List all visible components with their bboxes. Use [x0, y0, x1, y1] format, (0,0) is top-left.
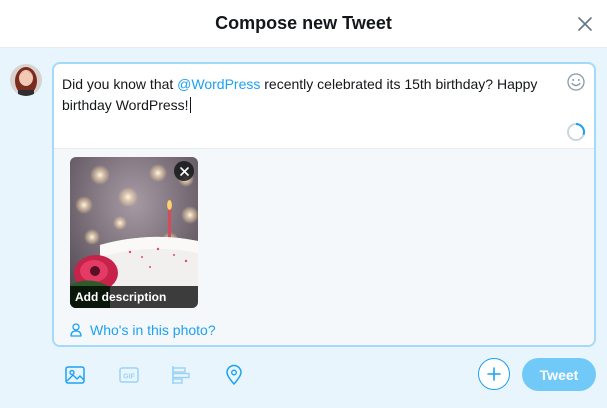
user-photo: [10, 64, 42, 96]
remove-media-button[interactable]: [174, 161, 194, 181]
tweet-composer[interactable]: Did you know that @WordPress recently ce…: [52, 62, 596, 347]
person-icon: [70, 323, 82, 337]
plus-icon: [487, 367, 501, 381]
compose-toolbar: GIF Tweet: [0, 352, 607, 400]
location-icon: [226, 364, 242, 385]
tweet-text-input[interactable]: Did you know that @WordPress recently ce…: [62, 74, 552, 116]
character-counter: [566, 122, 586, 142]
gif-icon: GIF: [119, 367, 139, 383]
emoji-button[interactable]: [566, 72, 586, 92]
mention-link[interactable]: @WordPress: [177, 76, 260, 92]
tweet-text-start: Did you know that: [62, 76, 178, 92]
modal-header: Compose new Tweet: [0, 0, 607, 48]
add-media-button[interactable]: [62, 362, 88, 388]
tweet-button[interactable]: Tweet: [522, 358, 596, 391]
char-counter-ring: [567, 123, 585, 141]
close-button[interactable]: [573, 12, 597, 36]
poll-icon: [172, 366, 190, 384]
add-location-button[interactable]: [221, 362, 247, 388]
compose-tweet-modal: Compose new Tweet Did you know that @Wor…: [0, 0, 607, 408]
tag-people-label: Who's in this photo?: [90, 322, 216, 338]
media-attachments: Add description Who's in this photo?: [54, 148, 594, 345]
add-gif-button[interactable]: GIF: [116, 362, 142, 388]
close-icon: [578, 17, 592, 31]
modal-title: Compose new Tweet: [215, 13, 392, 33]
avatar[interactable]: [10, 64, 42, 96]
attached-photo[interactable]: Add description: [70, 157, 198, 308]
image-icon: [65, 366, 85, 384]
svg-text:GIF: GIF: [123, 374, 135, 381]
add-another-tweet-button[interactable]: [478, 358, 510, 390]
tag-people-link[interactable]: Who's in this photo?: [70, 321, 216, 339]
text-caret: [189, 97, 191, 113]
add-poll-button[interactable]: [168, 362, 194, 388]
close-icon: [179, 166, 189, 176]
smiley-icon: [567, 73, 585, 91]
add-description-button[interactable]: Add description: [70, 286, 198, 308]
